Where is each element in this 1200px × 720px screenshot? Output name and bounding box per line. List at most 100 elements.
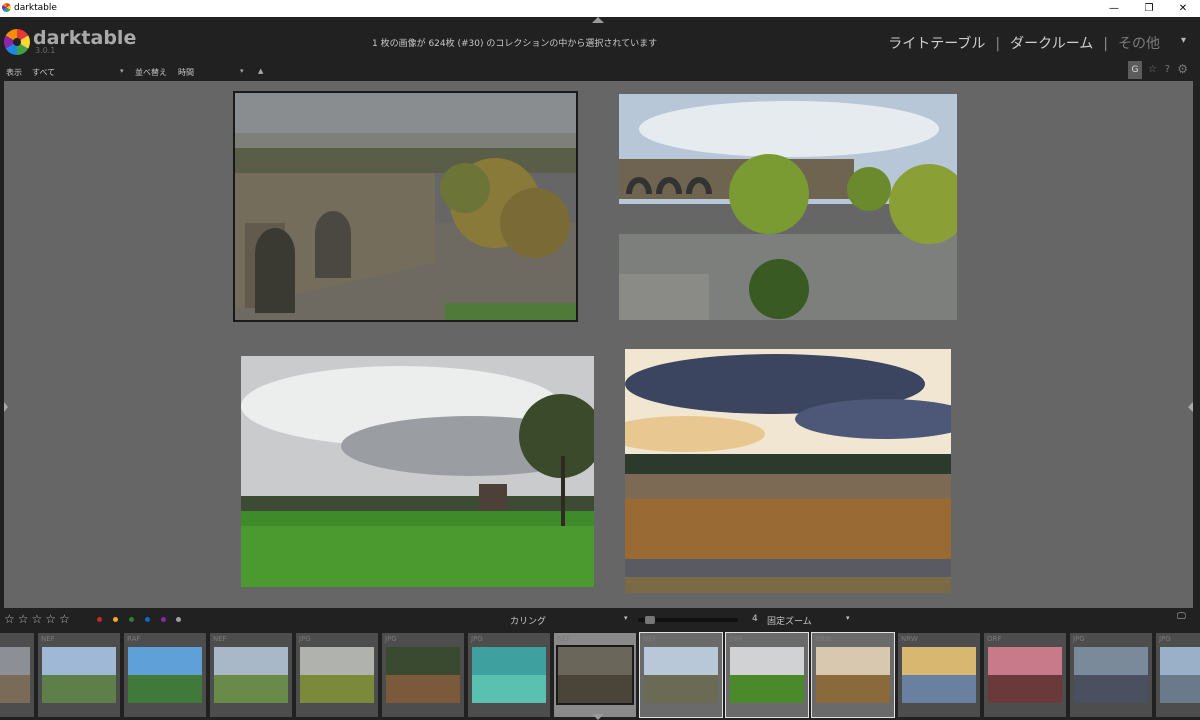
right-panel-expand-icon[interactable]	[1188, 402, 1193, 412]
view-separator: |	[1103, 36, 1108, 52]
filmstrip-thumbnail-image	[644, 647, 718, 703]
star-rating-filter[interactable]: ☆☆☆☆☆	[4, 612, 73, 626]
filmstrip-thumbnail[interactable]: JPG	[1156, 633, 1200, 717]
view-switcher: ライトテーブル | ダークルーム | その他	[888, 33, 1160, 53]
display-dropdown-icon[interactable]: ▾	[120, 67, 124, 75]
photo-field-house[interactable]	[241, 356, 594, 587]
layout-dropdown-icon[interactable]: ▾	[624, 614, 628, 622]
filmstrip-thumbnail-image	[816, 647, 890, 703]
filmstrip-thumbnail-image	[472, 647, 546, 703]
filmstrip-thumbnail[interactable]: ORF	[984, 633, 1066, 717]
filmstrip-file-type: NEF	[41, 635, 55, 643]
view-other[interactable]: その他	[1118, 36, 1160, 52]
filmstrip-file-type: JPG	[1073, 635, 1085, 643]
filmstrip-thumbnail-image	[988, 647, 1062, 703]
layout-select[interactable]: カリング	[510, 614, 546, 627]
view-lighttable[interactable]: ライトテーブル	[888, 36, 985, 52]
filmstrip-thumbnail-image	[556, 645, 634, 705]
filmstrip-file-type: JPG	[471, 635, 483, 643]
help-icon[interactable]: ?	[1165, 64, 1170, 75]
photo-rice-field-image	[625, 349, 951, 593]
filmstrip-thumbnail[interactable]: JPG	[296, 633, 378, 717]
views-dropdown-icon[interactable]: ▾	[1181, 35, 1186, 46]
filmstrip-thumbnail[interactable]: NEF	[38, 633, 120, 717]
filmstrip-thumbnail-image	[386, 647, 460, 703]
filmstrip-thumbnail-image	[300, 647, 374, 703]
filmstrip-thumbnail-image	[1160, 647, 1200, 703]
photo-rice-field[interactable]	[625, 349, 951, 593]
filmstrip-file-type: NEF	[213, 635, 227, 643]
filmstrip-thumbnail[interactable]: NRW	[898, 633, 980, 717]
color-label-purple[interactable]	[161, 617, 166, 622]
window-title: darktable	[14, 3, 57, 13]
filmstrip-thumbnail[interactable]: RAF	[124, 633, 206, 717]
filmstrip-file-type: ORF	[987, 635, 1002, 643]
darktable-logo-icon	[4, 29, 30, 55]
filmstrip-thumbnail-image	[0, 647, 30, 703]
sort-dropdown-icon[interactable]: ▾	[240, 67, 244, 75]
color-label-green[interactable]	[129, 617, 134, 622]
photo-aqueduct-image	[235, 93, 576, 320]
color-label-gray[interactable]	[176, 617, 181, 622]
filmstrip-thumbnail[interactable]: NEF	[554, 633, 636, 717]
photo-aqueduct-parking[interactable]	[619, 94, 957, 320]
header: darktable 3.0.1 1 枚の画像が 624枚 (#30) のコレクシ…	[0, 17, 1200, 63]
filter-bar: 表示 すべて ▾ 並べ替え 時間 ▾ ▲	[0, 63, 1200, 81]
filmstrip-thumbnail[interactable]: JPG	[1070, 633, 1152, 717]
sort-select[interactable]: 時間	[178, 67, 194, 78]
sort-direction-icon[interactable]: ▲	[258, 67, 263, 75]
monitor-icon[interactable]: 🖵	[1177, 612, 1186, 622]
view-separator: |	[995, 36, 1001, 52]
photo-aqueduct-parking-image	[619, 94, 957, 320]
top-panel-collapse-icon[interactable]	[592, 17, 604, 23]
filmstrip-file-type: JPG	[299, 635, 311, 643]
filmstrip-thumbnail[interactable]: NEF	[639, 632, 723, 718]
restore-button[interactable]: ❐	[1134, 1, 1164, 16]
culling-area	[4, 81, 1193, 608]
bottom-panel-collapse-icon[interactable]	[592, 714, 604, 720]
zoom-count[interactable]: 4	[752, 614, 758, 624]
app-icon	[2, 3, 11, 12]
filmstrip-thumbnail[interactable]: NRW	[811, 632, 895, 718]
zoom-dropdown-icon[interactable]: ▾	[846, 614, 850, 622]
filmstrip-file-type: NEF	[643, 635, 657, 643]
filmstrip-file-type: RAF	[127, 635, 141, 643]
zoom-mode-select[interactable]: 固定ズーム	[767, 614, 812, 627]
filmstrip-thumbnail[interactable]: ORF	[725, 632, 809, 718]
filmstrip-file-type: NRW	[815, 635, 832, 643]
settings-gear-icon[interactable]: ⚙	[1177, 62, 1188, 76]
filmstrip-thumbnail[interactable]: JPG	[468, 633, 550, 717]
version-label: 3.0.1	[35, 46, 56, 55]
color-label-blue[interactable]	[145, 617, 150, 622]
filmstrip-file-type: NRW	[901, 635, 918, 643]
filmstrip-thumbnail[interactable]: NEF	[210, 633, 292, 717]
sort-label: 並べ替え	[135, 68, 167, 77]
filmstrip[interactable]: NEF RAF NEF JPG JPG JPG NEF NEF ORF NRW NRW ORF JPG J…	[0, 630, 1200, 720]
filmstrip-thumbnail[interactable]	[0, 633, 34, 717]
display-select[interactable]: すべて	[32, 67, 55, 78]
photo-aqueduct-selected[interactable]	[233, 91, 578, 322]
window-title-bar: darktable — ❐ ✕	[0, 0, 1200, 17]
display-label: 表示	[6, 68, 22, 77]
filmstrip-thumbnail-image	[42, 647, 116, 703]
filmstrip-file-type: NEF	[557, 635, 571, 643]
photo-field-house-image	[241, 356, 594, 587]
filmstrip-file-type: JPG	[1159, 635, 1171, 643]
color-label-yellow[interactable]	[113, 617, 118, 622]
color-label-red[interactable]	[97, 617, 102, 622]
selection-status: 1 枚の画像が 624枚 (#30) のコレクションの中から選択されています	[372, 39, 658, 49]
grouping-button[interactable]: G	[1128, 61, 1142, 79]
filmstrip-file-type: JPG	[385, 635, 397, 643]
filmstrip-thumbnail-image	[730, 647, 804, 703]
filmstrip-thumbnail-image	[128, 647, 202, 703]
filmstrip-thumbnail-image	[214, 647, 288, 703]
minimize-button[interactable]: —	[1099, 1, 1129, 16]
view-darkroom[interactable]: ダークルーム	[1010, 36, 1093, 52]
close-button[interactable]: ✕	[1168, 1, 1198, 16]
filmstrip-thumbnail-image	[902, 647, 976, 703]
star-overlay-icon[interactable]: ☆	[1148, 64, 1157, 75]
bottom-toolbar: ☆☆☆☆☆ カリング ▾ 4 固定ズーム ▾ 🖵	[0, 608, 1200, 630]
filmstrip-thumbnail[interactable]: JPG	[382, 633, 464, 717]
left-panel-expand-icon[interactable]	[4, 402, 8, 412]
zoom-slider-handle[interactable]	[645, 616, 655, 624]
